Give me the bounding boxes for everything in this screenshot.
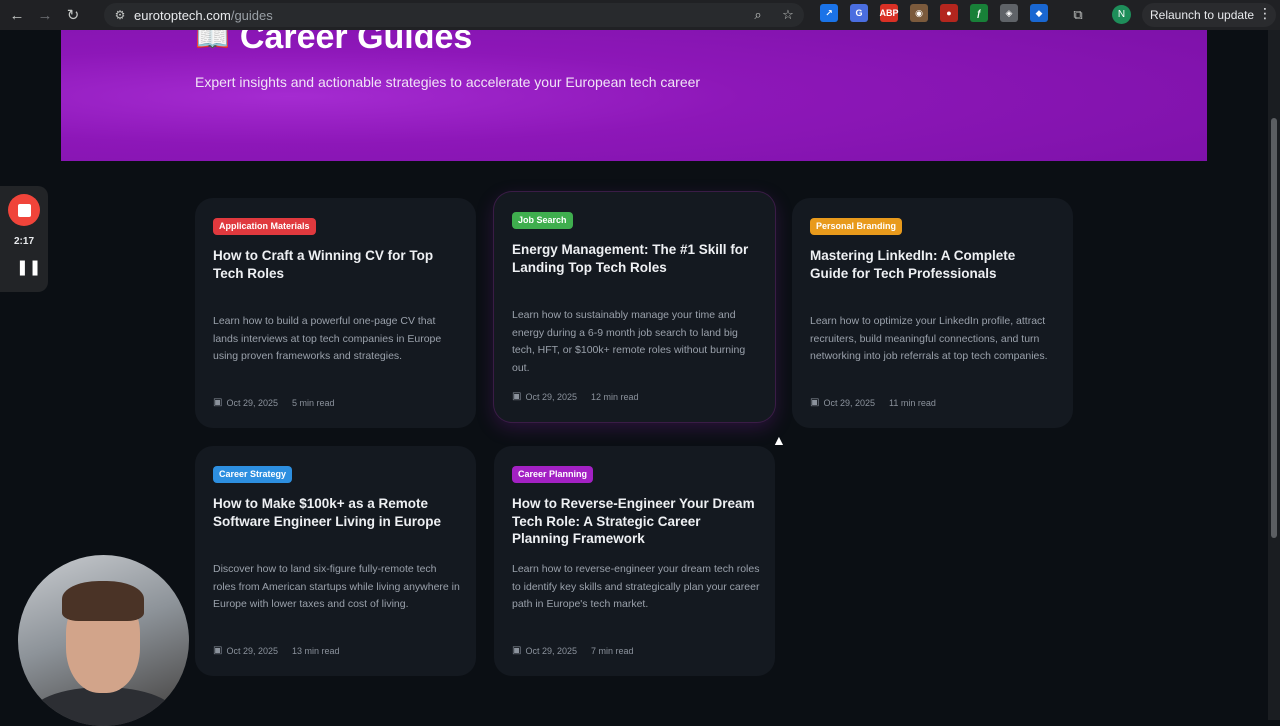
- guide-description: Learn how to build a powerful one-page C…: [213, 315, 442, 362]
- guide-card[interactable]: Job Search Energy Management: The #1 Ski…: [494, 192, 775, 422]
- guide-read-time: 12 min read: [591, 391, 639, 402]
- page-title: 📖 Career Guides: [195, 30, 472, 57]
- stop-icon: [17, 203, 31, 217]
- url-path: /guides: [230, 7, 273, 23]
- extension-icon[interactable]: ABP: [880, 4, 899, 22]
- guide-title[interactable]: How to Make $100k+ as a Remote Software …: [213, 495, 458, 530]
- extensions-puzzle-icon[interactable]: ⧉: [1068, 5, 1088, 25]
- extension-icon[interactable]: ◈: [1000, 4, 1018, 22]
- guide-title[interactable]: Energy Management: The #1 Skill for Land…: [512, 241, 757, 276]
- category-tag: Career Strategy: [213, 466, 293, 483]
- book-icon: 📖: [195, 30, 230, 53]
- scrollbar-thumb[interactable]: [1271, 118, 1277, 538]
- guide-title[interactable]: Mastering LinkedIn: A Complete Guide for…: [810, 247, 1055, 282]
- guide-read-time: 13 min read: [292, 645, 340, 656]
- back-arrow-icon[interactable]: ←: [6, 4, 28, 26]
- site-info-icon[interactable]: ⚙: [112, 7, 128, 23]
- pause-icon[interactable]: ❚❚: [16, 258, 41, 276]
- recorder-panel: 2:17 ❚❚: [0, 186, 48, 292]
- guide-card[interactable]: Application Materials How to Craft a Win…: [195, 198, 476, 428]
- extension-icon[interactable]: ↗: [820, 4, 838, 22]
- profile-avatar[interactable]: N: [1112, 5, 1131, 24]
- guide-meta: ▣ Oct 29, 2025 12 min read: [512, 391, 639, 402]
- extension-icon[interactable]: ƒ: [970, 4, 988, 22]
- address-bar[interactable]: ⚙ eurotoptech.com/guides ⌕ ☆: [104, 3, 804, 27]
- browser-toolbar: ← → ↻ ⚙ eurotoptech.com/guides ⌕ ☆ ↗ G ABP…: [0, 0, 1280, 30]
- guide-description: Discover how to land six-figure fully-re…: [213, 563, 460, 610]
- guide-read-time: 11 min read: [889, 397, 936, 408]
- url-host: eurotoptech.com: [134, 7, 231, 23]
- guide-title[interactable]: How to Reverse-Engineer Your Dream Tech …: [512, 495, 757, 548]
- guide-date: Oct 29, 2025: [525, 645, 577, 656]
- guide-date: Oct 29, 2025: [525, 391, 577, 402]
- mouse-cursor-icon: ▲: [772, 432, 786, 448]
- category-tag: Career Planning: [512, 466, 594, 483]
- relaunch-button[interactable]: Relaunch to update: [1142, 3, 1277, 27]
- guide-meta: ▣ Oct 29, 2025 11 min read: [810, 397, 936, 408]
- guide-date: Oct 29, 2025: [823, 397, 875, 408]
- guide-meta: ▣ Oct 29, 2025 7 min read: [512, 645, 634, 656]
- calendar-icon: ▣: [810, 397, 820, 408]
- zoom-icon[interactable]: ⌕: [748, 5, 768, 25]
- extension-icon[interactable]: ◆: [1030, 4, 1048, 22]
- calendar-icon: ▣: [213, 645, 223, 656]
- guide-description: Learn how to optimize your LinkedIn prof…: [810, 315, 1048, 362]
- category-tag: Job Search: [512, 212, 573, 229]
- calendar-icon: ▣: [512, 645, 522, 656]
- guide-card[interactable]: Personal Branding Mastering LinkedIn: A …: [792, 198, 1073, 428]
- guide-date: Oct 29, 2025: [226, 397, 278, 408]
- category-tag: Personal Branding: [810, 218, 903, 235]
- calendar-icon: ▣: [213, 397, 223, 408]
- extension-icon[interactable]: ●: [940, 4, 958, 22]
- stop-recording-button[interactable]: [8, 194, 40, 226]
- more-menu-icon[interactable]: ⋮: [1258, 5, 1272, 22]
- recording-timer: 2:17: [13, 236, 34, 247]
- guide-meta: ▣ Oct 29, 2025 13 min read: [213, 645, 340, 656]
- guide-description: Learn how to sustainably manage your tim…: [512, 309, 746, 374]
- extension-icon[interactable]: ◉: [910, 4, 928, 22]
- reload-icon[interactable]: ↻: [62, 4, 84, 26]
- guide-read-time: 5 min read: [292, 397, 335, 408]
- guide-read-time: 7 min read: [591, 645, 634, 656]
- page-scrollbar[interactable]: [1268, 30, 1280, 720]
- extension-icon[interactable]: G: [850, 4, 868, 22]
- guide-date: Oct 29, 2025: [226, 645, 278, 656]
- category-tag: Application Materials: [213, 218, 316, 235]
- webcam-hair: [62, 581, 144, 621]
- guide-card[interactable]: Career Planning How to Reverse-Engineer …: [494, 446, 775, 676]
- page-title-text: Career Guides: [239, 30, 473, 56]
- webcam-bubble[interactable]: [18, 555, 189, 726]
- extensions-bar: ↗ G ABP ◉ ● ƒ ◈ ◆: [820, 4, 1048, 22]
- calendar-icon: ▣: [512, 391, 522, 402]
- guide-description: Learn how to reverse-engineer your dream…: [512, 563, 760, 610]
- bookmark-star-icon[interactable]: ☆: [778, 5, 798, 25]
- hero-banner: 📖 Career Guides Expert insights and acti…: [61, 30, 1207, 161]
- guide-card[interactable]: Career Strategy How to Make $100k+ as a …: [195, 446, 476, 676]
- forward-arrow-icon[interactable]: →: [34, 4, 56, 26]
- page-subtitle: Expert insights and actionable strategie…: [195, 74, 701, 90]
- guide-title[interactable]: How to Craft a Winning CV for Top Tech R…: [213, 247, 458, 282]
- page-viewport: 📖 Career Guides Expert insights and acti…: [0, 30, 1268, 720]
- guide-meta: ▣ Oct 29, 2025 5 min read: [213, 397, 335, 408]
